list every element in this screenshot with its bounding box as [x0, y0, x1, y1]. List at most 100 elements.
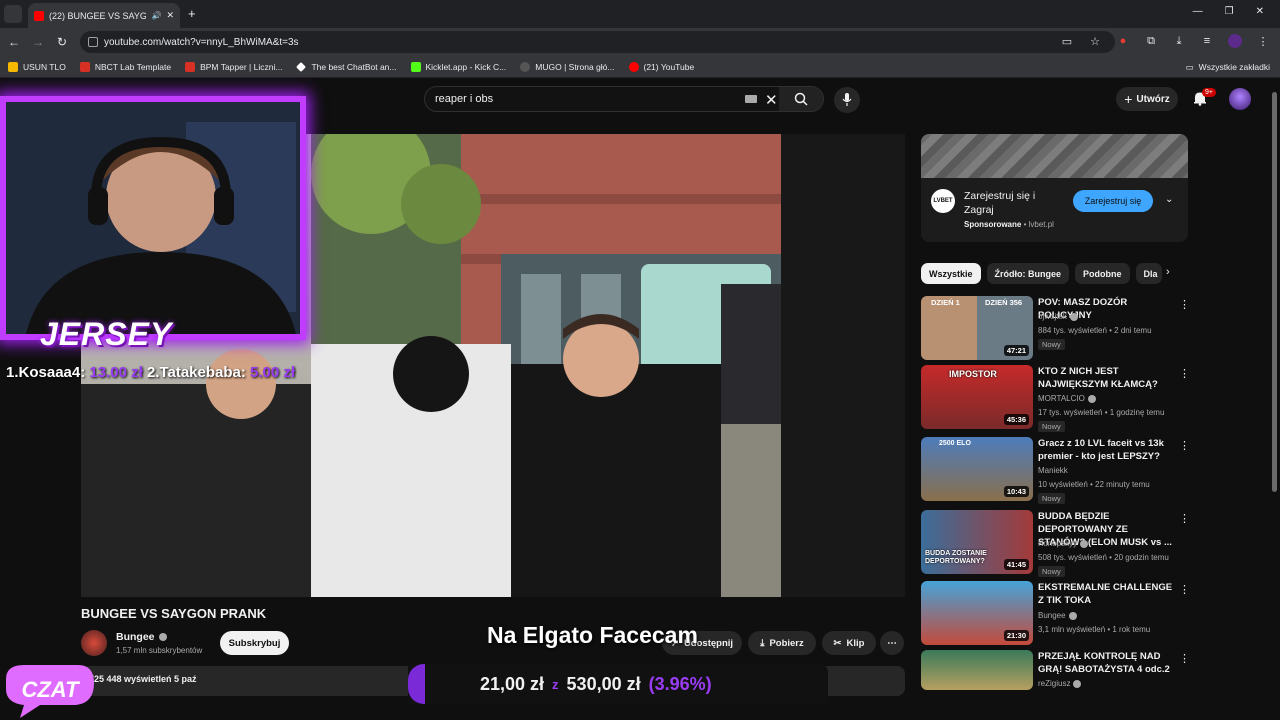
forward-icon[interactable]: →: [30, 34, 46, 50]
download-button[interactable]: ⤓ Pobierz: [748, 631, 816, 655]
menu-kebab-icon[interactable]: ⋮: [1256, 34, 1270, 48]
rec-channel-label: reZigiusz: [1038, 679, 1071, 688]
chip-all[interactable]: Wszystkie: [921, 263, 981, 284]
clip-label: Klip: [846, 637, 865, 649]
search-button[interactable]: [779, 87, 823, 111]
chip-source[interactable]: Źródło: Bungee: [986, 263, 1070, 284]
bookmark-item[interactable]: MUGO | Strona głó...: [520, 61, 615, 72]
chip-for-you[interactable]: Dla: [1135, 263, 1162, 284]
video-title: BUNGEE VS SAYGON PRANK: [81, 606, 267, 621]
sponsored-ad[interactable]: LVBET Zarejestruj się i Zagraj Sponsorow…: [921, 134, 1188, 242]
top-donors: 1.Kosaaa4: 13.00 zł 2.Tatakebaba: 5.00 z…: [6, 364, 295, 381]
channel-name[interactable]: Bungee: [116, 631, 167, 643]
video-thumbnail[interactable]: IMPOSTOR 45:36: [921, 365, 1033, 429]
speaker-icon[interactable]: 🔊: [151, 11, 161, 20]
ad-banner: [921, 134, 1188, 178]
rec-title: EKSTREMALNE CHALLENGE Z TIK TOKA: [1038, 582, 1173, 606]
bookmark-item[interactable]: Kicklet.app - Kick C...: [410, 61, 506, 72]
bookmark-item[interactable]: USUN TLO: [8, 61, 66, 72]
list-item[interactable]: PRZEJĄŁ KONTROLĘ NAD GRĄ! SABOTAŻYSTA 4 …: [921, 650, 1188, 690]
rec-channel: Konopskyy: [1038, 539, 1089, 548]
list-item[interactable]: 2500 ELO 10:43 Gracz z 10 LVL faceit vs …: [921, 437, 1190, 504]
more-vert-icon[interactable]: ⋮: [1179, 367, 1190, 380]
video-thumbnail[interactable]: BUDDA ZOSTANIE DEPORTOWANY? 41:45: [921, 510, 1033, 574]
more-vert-icon[interactable]: ⋮: [1179, 512, 1190, 525]
reading-list-icon[interactable]: ≡: [1200, 34, 1214, 48]
minimize-icon[interactable]: —: [1193, 6, 1203, 17]
profile-avatar[interactable]: [1228, 34, 1242, 48]
voice-search-button[interactable]: [834, 87, 860, 113]
download-icon: ⤓: [760, 637, 765, 649]
site-info-icon[interactable]: [88, 37, 98, 47]
chevron-down-icon[interactable]: ⌄: [1165, 194, 1173, 205]
more-vert-icon[interactable]: ⋮: [1179, 298, 1190, 311]
more-vert-icon[interactable]: ⋮: [1179, 583, 1190, 596]
rec-channel: Bungee: [1038, 611, 1077, 620]
address-bar[interactable]: youtube.com/watch?v=nnyL_BhWiMA&t=3s: [80, 31, 1115, 53]
page-scrollbar[interactable]: [1271, 82, 1278, 688]
bookmark-item[interactable]: NBCT Lab Template: [79, 61, 171, 72]
chevron-right-icon[interactable]: ›: [1166, 266, 1170, 278]
rec-channel: reZigiusz: [1038, 679, 1082, 688]
duration-badge: 21:30: [1003, 630, 1029, 641]
bookmark-favicon-icon: [185, 61, 196, 72]
thumb-label: IMPOSTOR: [949, 369, 997, 379]
chat-logo: CZAT: [0, 655, 98, 720]
rec-title: PRZEJĄŁ KONTROLĘ NAD GRĄ! SABOTAŻYSTA 4 …: [1038, 651, 1170, 675]
browser-tab-active[interactable]: (22) BUNGEE VS SAYGON P 🔊 ✕: [28, 3, 180, 28]
new-badge: Nowy: [1038, 339, 1065, 350]
scrollbar-thumb[interactable]: [1272, 92, 1277, 492]
ad-title: Zarejestruj się i Zagraj: [964, 190, 1036, 216]
microphone-icon: [842, 93, 852, 106]
channel-avatar[interactable]: [81, 630, 107, 656]
extension-badge-icon[interactable]: ●: [1116, 34, 1130, 48]
subscribe-button[interactable]: Subskrybuj: [220, 631, 289, 655]
list-item[interactable]: IMPOSTOR 45:36 KTO Z NICH JEST NAJWIĘKSZ…: [921, 365, 1190, 432]
bookmark-item[interactable]: BPM Tapper | Liczni...: [185, 61, 283, 72]
more-vert-icon[interactable]: ⋮: [1179, 439, 1190, 452]
reload-icon[interactable]: ↻: [54, 34, 70, 50]
bookmark-item[interactable]: (21) YouTube: [628, 61, 694, 72]
new-tab-button[interactable]: +: [188, 6, 196, 21]
tab-search-button[interactable]: [4, 5, 22, 23]
bookmark-label: BPM Tapper | Liczni...: [200, 61, 283, 72]
more-vert-icon[interactable]: ⋮: [1179, 652, 1188, 665]
bookmark-favicon-icon: [520, 61, 531, 72]
notifications-button[interactable]: 9+: [1192, 88, 1216, 108]
bookmark-item[interactable]: The best ChatBot an...: [296, 62, 397, 72]
cast-icon[interactable]: ▭: [1060, 34, 1074, 48]
create-button[interactable]: + Utwórz: [1116, 87, 1178, 111]
more-actions-button[interactable]: ⋯: [880, 631, 904, 655]
back-icon[interactable]: ←: [6, 34, 22, 50]
bookmark-star-icon[interactable]: ☆: [1088, 34, 1102, 48]
duration-badge: 41:45: [1003, 559, 1029, 570]
thumb-label: DZIEŃ 1: [931, 298, 960, 307]
video-thumbnail[interactable]: DZIEŃ 1 DZIEŃ 356 47:21: [921, 296, 1033, 360]
search-input[interactable]: reaper i obs ✕: [424, 86, 824, 112]
video-thumbnail[interactable]: [921, 650, 1033, 690]
clip-button[interactable]: ✂ Klip: [822, 631, 876, 655]
duration-badge: 45:36: [1003, 414, 1029, 425]
close-tab-icon[interactable]: ✕: [166, 10, 174, 21]
webcam-overlay: [0, 96, 306, 340]
list-item[interactable]: 21:30 EKSTREMALNE CHALLENGE Z TIK TOKA B…: [921, 581, 1190, 645]
extensions-icon[interactable]: ⧉: [1144, 34, 1158, 48]
clear-search-icon[interactable]: ✕: [765, 91, 778, 109]
ad-cta-button[interactable]: Zarejestruj się: [1073, 190, 1153, 212]
tab-title: (22) BUNGEE VS SAYGON P: [49, 10, 147, 21]
list-item[interactable]: DZIEŃ 1 DZIEŃ 356 47:21 POV: MASZ DOZÓR …: [921, 296, 1190, 360]
download-icon[interactable]: ⤓: [1172, 34, 1186, 48]
donor2-amount: 5.00 zł: [250, 364, 296, 381]
video-thumbnail[interactable]: 21:30: [921, 581, 1033, 645]
list-item[interactable]: BUDDA ZOSTANIE DEPORTOWANY? 41:45 BUDDA …: [921, 510, 1190, 577]
keyboard-icon[interactable]: [745, 95, 757, 103]
browser-tab-bar: (22) BUNGEE VS SAYGON P 🔊 ✕ + — ❐ ✕: [0, 0, 1280, 28]
close-window-icon[interactable]: ✕: [1256, 6, 1264, 17]
restore-icon[interactable]: ❐: [1225, 6, 1234, 17]
ad-logo: LVBET: [931, 189, 955, 213]
youtube-avatar[interactable]: [1229, 88, 1251, 110]
chip-related[interactable]: Podobne: [1075, 263, 1130, 284]
views-date: 725 448 wyświetleń 5 paź: [89, 674, 197, 684]
video-thumbnail[interactable]: 2500 ELO 10:43: [921, 437, 1033, 501]
all-bookmarks[interactable]: ▭ Wszystkie zakładki: [1186, 62, 1270, 73]
